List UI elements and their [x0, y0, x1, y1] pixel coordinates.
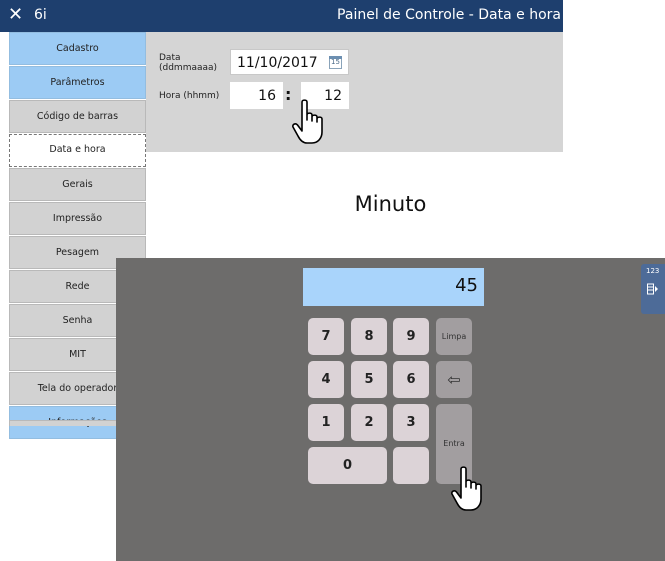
- key-8[interactable]: 8: [351, 318, 387, 355]
- backspace-button[interactable]: ⇦: [436, 361, 472, 398]
- key-7[interactable]: 7: [308, 318, 344, 355]
- key-4[interactable]: 4: [308, 361, 344, 398]
- key-6[interactable]: 6: [393, 361, 429, 398]
- sidebar-item-parametros[interactable]: Parâmetros: [9, 66, 146, 99]
- window-title: Painel de Controle - Data e hora: [337, 7, 561, 23]
- key-blank[interactable]: [393, 447, 429, 484]
- numpad-display: 45: [303, 268, 484, 306]
- key-9[interactable]: 9: [393, 318, 429, 355]
- key-3[interactable]: 3: [393, 404, 429, 441]
- keyboard-toggle-icon: [647, 283, 658, 295]
- hand-pointer-icon: [292, 99, 323, 144]
- keyboard-toggle-tab[interactable]: 123: [641, 264, 665, 314]
- close-icon[interactable]: ✕: [8, 4, 23, 26]
- key-1[interactable]: 1: [308, 404, 344, 441]
- clear-button[interactable]: Limpa: [436, 318, 472, 355]
- date-field[interactable]: 11/10/2017 15: [230, 49, 349, 75]
- app-name: 6i: [34, 7, 47, 23]
- date-time-panel: Data (ddmmaaaa) 11/10/2017 15 Hora (hhmm…: [146, 32, 563, 152]
- date-value: 11/10/2017: [237, 55, 318, 71]
- hour-field[interactable]: 16: [230, 82, 283, 109]
- sidebar-item-codigo-de-barras[interactable]: Código de barras: [9, 100, 146, 133]
- date-label: Data (ddmmaaaa): [159, 53, 218, 73]
- time-label: Hora (hhmm): [159, 91, 220, 101]
- numpad-title: Minuto: [354, 192, 427, 216]
- hand-pointer-icon: [451, 466, 482, 511]
- keyboard-tab-label: 123: [646, 267, 660, 275]
- calendar-icon[interactable]: 15: [329, 56, 342, 69]
- title-bar: ✕ 6i Painel de Controle - Data e hora: [0, 0, 563, 32]
- hour-value: 16: [258, 88, 276, 104]
- backspace-arrow-icon: ⇦: [447, 370, 461, 389]
- key-5[interactable]: 5: [351, 361, 387, 398]
- key-0[interactable]: 0: [308, 447, 387, 484]
- sidebar-item-data-e-hora[interactable]: Data e hora: [9, 134, 146, 167]
- sidebar-item-cadastro[interactable]: Cadastro: [9, 32, 146, 65]
- display-value: 45: [455, 275, 478, 296]
- numpad-panel: 45 7 8 9 Limpa 4 5 6 ⇦ 1 2 3 Entra 0: [116, 258, 665, 561]
- key-2[interactable]: 2: [351, 404, 387, 441]
